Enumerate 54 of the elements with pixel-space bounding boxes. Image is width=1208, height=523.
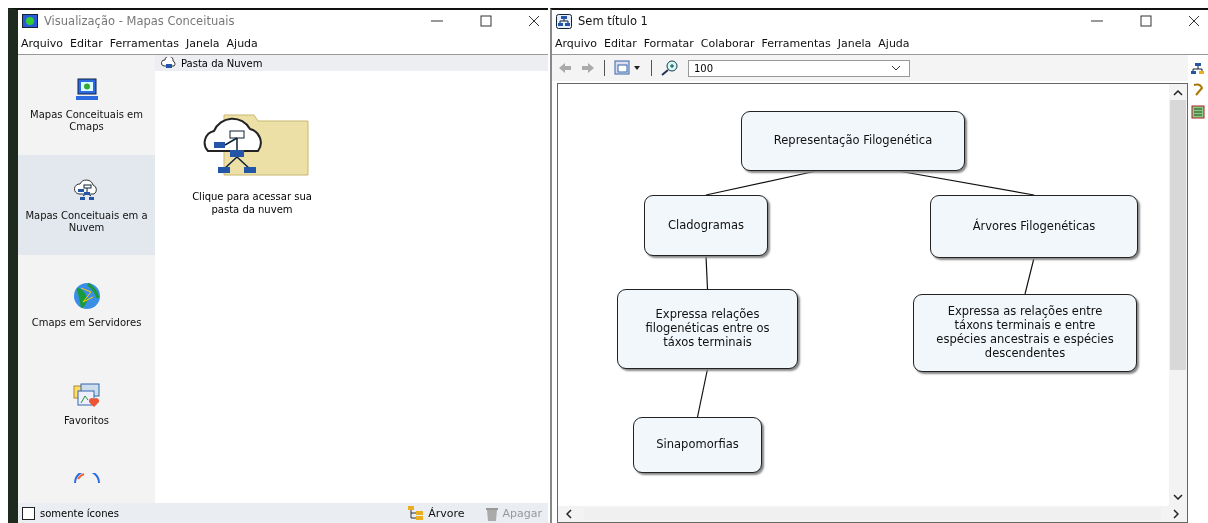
concept-node[interactable]: Cladogramas: [644, 195, 768, 256]
concept-node[interactable]: Representação Filogenética: [741, 111, 965, 171]
menu-item[interactable]: Janela: [837, 36, 872, 50]
maximize-icon[interactable]: [1140, 15, 1152, 27]
sidebar-item[interactable]: Mapas Conceituais em Cmaps: [18, 55, 155, 155]
icons-only-checkbox[interactable]: somente ícones: [22, 506, 119, 520]
app-icon: [22, 14, 38, 28]
link-line: [1024, 257, 1035, 295]
globe-icon: [71, 280, 102, 311]
chevron-down-icon[interactable]: [1173, 494, 1183, 500]
horizontal-scrollbar[interactable]: [558, 506, 1187, 522]
trash-icon: [484, 505, 499, 521]
sidebar-item[interactable]: Mapas Conceituais em a Nuvem: [18, 155, 155, 255]
sidebar-item[interactable]: Cmaps em Servidores: [18, 255, 155, 355]
close-icon[interactable]: [1188, 15, 1200, 27]
close-icon[interactable]: [528, 15, 540, 27]
menu-item[interactable]: Formatar: [643, 36, 694, 50]
menu-item[interactable]: Editar: [604, 36, 637, 50]
concept-map-icon: [556, 13, 572, 29]
menu-item[interactable]: Arquivo: [555, 36, 598, 50]
tree-button[interactable]: Árvore: [406, 506, 467, 520]
tree-icon: [408, 506, 425, 520]
view-dropdown-icon[interactable]: [614, 60, 642, 76]
menu-item[interactable]: Janela: [186, 36, 220, 50]
chevron-left-icon[interactable]: [566, 509, 572, 519]
window-title: Sem título 1: [578, 14, 648, 28]
menu-item[interactable]: Editar: [70, 36, 103, 50]
menu-item[interactable]: Colaborar: [700, 36, 755, 50]
menu-item[interactable]: Ferramentas: [109, 36, 179, 50]
sidebar-item[interactable]: Favoritos: [18, 355, 155, 455]
menu-item[interactable]: Ajuda: [226, 36, 258, 50]
concept-map-icon[interactable]: [1191, 63, 1205, 75]
vertical-scrollbar[interactable]: [1169, 84, 1187, 506]
chevron-right-icon[interactable]: [1173, 509, 1179, 519]
link-line: [696, 368, 709, 418]
concept-node[interactable]: Sinapomorfias: [633, 417, 762, 473]
window-title: Visualização - Mapas Conceituais: [44, 14, 235, 28]
concept-node[interactable]: Expressa as relações entre táxons terminais e entre espécies ancestrais e espécies descendentes: [913, 294, 1137, 372]
zoom-icon[interactable]: [661, 60, 679, 76]
folder-header: Pasta da Nuvem: [155, 55, 548, 71]
menu-item[interactable]: Ajuda: [878, 36, 910, 50]
chevron-up-icon[interactable]: [1173, 90, 1183, 96]
zoom-dropdown[interactable]: 100: [688, 59, 910, 77]
maximize-icon[interactable]: [480, 15, 492, 27]
cloud-folder-item[interactable]: Clique para acessar sua pasta da nuvem: [167, 111, 337, 216]
computer-icon: [73, 76, 100, 103]
menu-item[interactable]: Ferramentas: [761, 36, 831, 50]
chevron-down-icon: [891, 65, 901, 71]
concept-node[interactable]: Árvores Filogenéticas: [930, 195, 1138, 258]
cloud-network-icon: [161, 57, 177, 69]
link-line: [705, 255, 709, 290]
menu-item[interactable]: Arquivo: [21, 36, 64, 50]
favorites-icon: [72, 382, 101, 409]
concept-node[interactable]: Expressa relações filogenéticas entre os táxos terminais: [617, 289, 798, 369]
